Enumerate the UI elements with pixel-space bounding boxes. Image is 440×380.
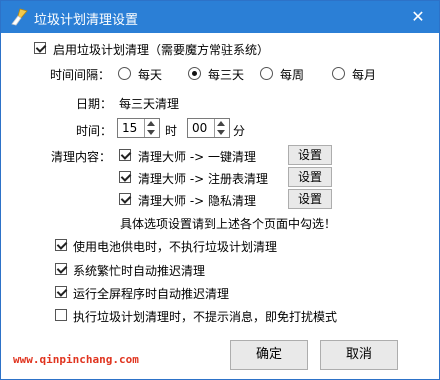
close-icon[interactable]: ✕ xyxy=(407,7,429,27)
time-label: 时间： xyxy=(76,124,113,138)
option-label-busy: 系统繁忙时自动推迟清理 xyxy=(73,264,206,278)
settings-button-registry[interactable]: 设置 xyxy=(288,167,332,187)
cancel-button[interactable]: 取消 xyxy=(320,340,398,370)
option-label-quiet: 执行垃圾计划清理时，不提示消息，即免打扰模式 xyxy=(73,310,338,324)
chevron-up-icon[interactable] xyxy=(147,121,155,126)
settings-button-oneclick[interactable]: 设置 xyxy=(288,145,332,165)
window-title: 垃圾计划清理设置 xyxy=(34,13,139,28)
ok-button[interactable]: 确定 xyxy=(230,340,308,370)
minute-stepper-arrows[interactable] xyxy=(214,119,229,137)
chevron-down-icon[interactable] xyxy=(147,130,155,135)
settings-dialog: 垃圾计划清理设置 ✕ 启用垃圾计划清理（需要魔方常驻系统） 时间间隔： 每天 每… xyxy=(0,0,440,380)
title-bar: 垃圾计划清理设置 ✕ xyxy=(1,1,439,33)
interval-radio-monthly[interactable] xyxy=(332,67,345,80)
date-value: 每三天清理 xyxy=(119,97,180,111)
option-checkbox-fullscreen[interactable] xyxy=(55,286,67,298)
interval-radio-3days[interactable] xyxy=(188,67,201,80)
clean-item-checkbox-privacy[interactable] xyxy=(119,193,131,205)
interval-label: 时间间隔： xyxy=(50,68,111,82)
minute-value: 00 xyxy=(192,121,208,135)
interval-label-monthly: 每月 xyxy=(352,68,377,82)
date-label: 日期： xyxy=(76,97,113,111)
clean-item-label-privacy: 清理大师 -> 隐私清理 xyxy=(138,194,257,208)
chevron-up-icon[interactable] xyxy=(217,121,225,126)
hour-unit: 时 xyxy=(165,124,178,138)
hour-stepper-arrows[interactable] xyxy=(144,119,159,137)
interval-label-weekly: 每周 xyxy=(280,68,305,82)
option-label-fullscreen: 运行全屏程序时自动推迟清理 xyxy=(73,287,230,301)
minute-unit: 分 xyxy=(233,124,246,138)
enable-plan-label: 启用垃圾计划清理（需要魔方常驻系统） xyxy=(53,43,270,57)
settings-button-privacy[interactable]: 设置 xyxy=(288,189,332,209)
hour-stepper[interactable]: 15 xyxy=(117,118,160,138)
clean-item-checkbox-registry[interactable] xyxy=(119,171,131,183)
interval-label-daily: 每天 xyxy=(138,68,163,82)
clean-content-label: 清理内容： xyxy=(51,150,112,164)
clean-content-note: 具体选项设置请到上述各个页面中勾选！ xyxy=(120,217,337,231)
minute-stepper[interactable]: 00 xyxy=(187,118,230,138)
watermark-text: www.qinpinchang.com xyxy=(13,353,139,366)
option-checkbox-busy[interactable] xyxy=(55,263,67,275)
option-checkbox-quiet[interactable] xyxy=(55,309,67,321)
broom-app-icon xyxy=(11,8,28,26)
enable-plan-checkbox[interactable] xyxy=(34,42,46,54)
hour-value: 15 xyxy=(122,121,138,135)
option-checkbox-battery[interactable] xyxy=(55,239,67,251)
interval-label-3days: 每三天 xyxy=(208,68,245,82)
interval-radio-daily[interactable] xyxy=(118,67,131,80)
clean-item-checkbox-oneclick[interactable] xyxy=(119,149,131,161)
option-label-battery: 使用电池供电时，不执行垃圾计划清理 xyxy=(73,240,278,254)
chevron-down-icon[interactable] xyxy=(217,130,225,135)
clean-item-label-registry: 清理大师 -> 注册表清理 xyxy=(138,172,269,186)
clean-item-label-oneclick: 清理大师 -> 一键清理 xyxy=(138,150,257,164)
interval-radio-weekly[interactable] xyxy=(260,67,273,80)
